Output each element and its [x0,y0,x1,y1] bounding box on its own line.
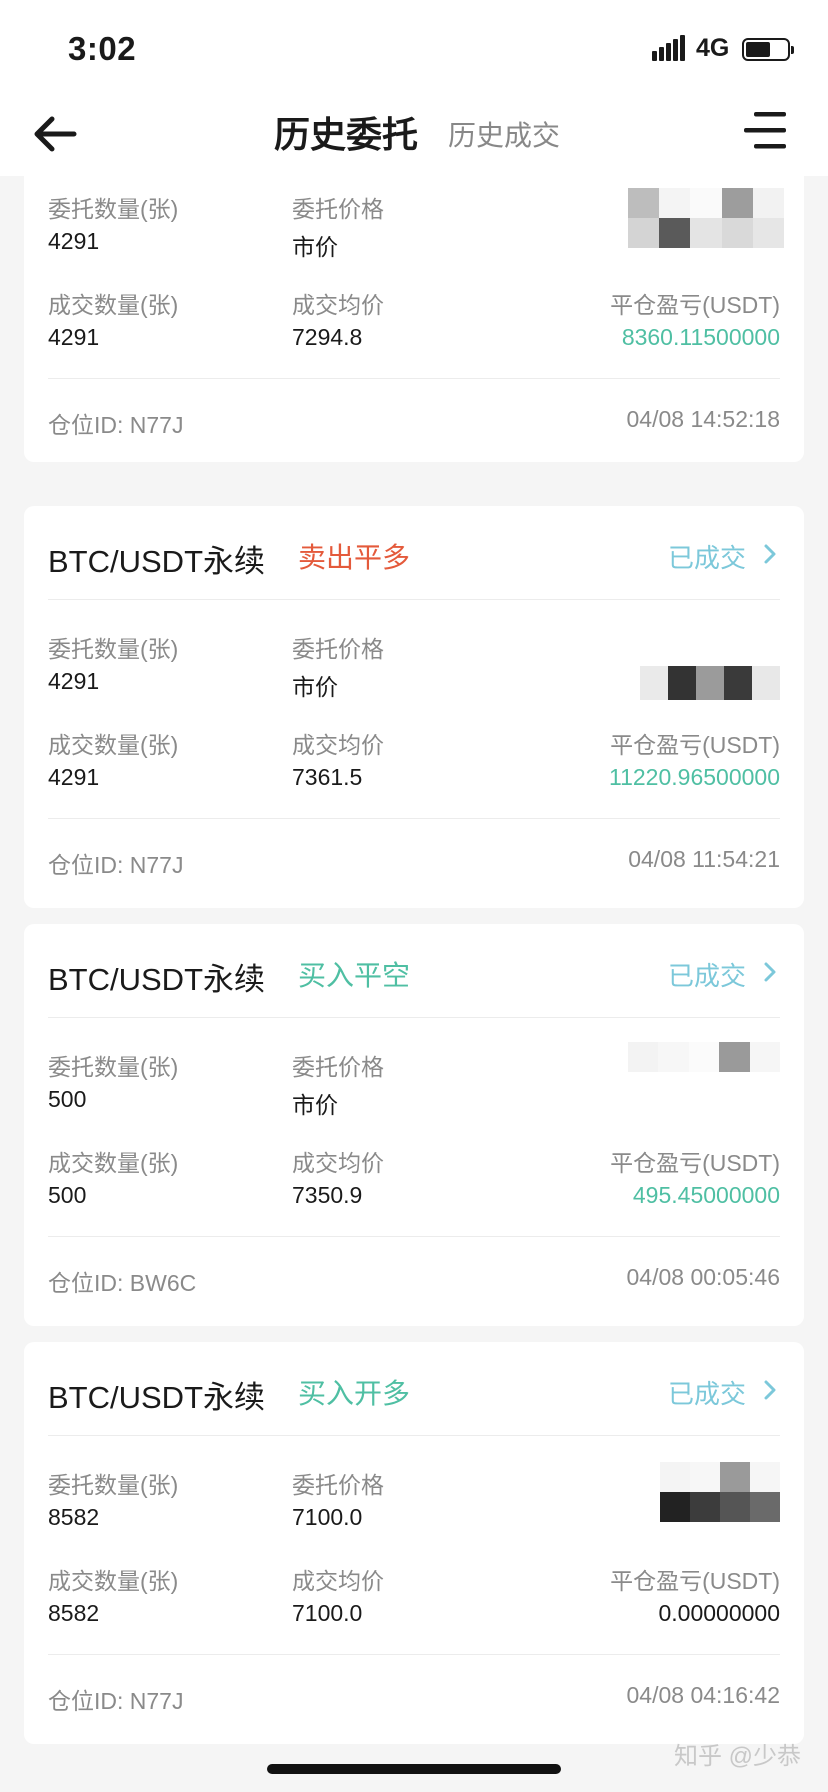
avg-price-value: 7361.5 [292,764,363,790]
watermark: 知乎 @少恭 [674,1743,802,1770]
card-divider [48,1236,780,1237]
position-id: 仓位ID: N77J [48,852,184,878]
order-price-label: 委托价格 [292,1054,384,1080]
avg-price-value: 7100.0 [292,1600,363,1626]
chevron-right-icon[interactable] [760,1378,780,1402]
order-price-value: 市价 [292,1092,338,1118]
order-qty-label: 委托数量(张) [48,1054,179,1080]
order-qty-value: 4291 [48,668,100,694]
contract-pair: BTC/USDT永续 [48,1380,265,1415]
pnl-label: 平仓盈亏(USDT) [610,1568,780,1594]
position-id: 仓位ID: N77J [48,412,184,438]
avg-price-label: 成交均价 [292,292,384,318]
avg-price-label: 成交均价 [292,732,384,758]
filled-qty-label: 成交数量(张) [48,1568,179,1594]
nav-bar: 历史委托 历史成交 [0,92,828,176]
chevron-right-icon[interactable] [760,960,780,984]
card-header[interactable]: BTC/USDT永续 卖出平多 已成交 [48,506,780,600]
screen: 3:02 4G 历史委托 历史成交 委托数量(张) 委托价格 4291 市价 成… [0,0,828,1792]
card-divider [48,1654,780,1655]
order-card[interactable]: 委托数量(张) 委托价格 4291 市价 成交数量(张) 成交均价 平仓盈亏(U… [24,176,804,462]
pnl-label: 平仓盈亏(USDT) [610,732,780,758]
status-bar: 3:02 4G [0,0,828,92]
card-divider [48,818,780,819]
order-price-label: 委托价格 [292,196,384,222]
filled-qty-value: 8582 [48,1600,100,1626]
signal-icon [652,35,685,61]
order-time: 04/08 04:16:42 [626,1682,780,1708]
pixelated-area [660,1462,780,1522]
order-side: 卖出平多 [298,542,411,573]
order-time: 04/08 14:52:18 [626,406,780,432]
order-qty-label: 委托数量(张) [48,196,179,222]
card-divider [48,378,780,379]
back-arrow-icon[interactable] [28,106,84,162]
order-qty-label: 委托数量(张) [48,636,179,662]
pnl-label: 平仓盈亏(USDT) [610,292,780,318]
position-id: 仓位ID: N77J [48,1688,184,1714]
order-time: 04/08 11:54:21 [628,846,780,872]
order-price-value: 市价 [292,234,338,260]
home-indicator[interactable] [267,1764,561,1774]
order-side: 买入开多 [298,1378,411,1409]
position-id: 仓位ID: BW6C [48,1270,197,1296]
avg-price-value: 7350.9 [292,1182,363,1208]
pnl-label: 平仓盈亏(USDT) [610,1150,780,1176]
pnl-value: 8360.11500000 [621,324,780,350]
contract-pair: BTC/USDT永续 [48,962,265,997]
order-qty-value: 500 [48,1086,87,1112]
order-qty-value: 8582 [48,1504,100,1530]
filled-qty-label: 成交数量(张) [48,292,179,318]
filled-qty-value: 4291 [48,324,100,350]
order-time: 04/08 00:05:46 [626,1264,780,1290]
order-price-value: 市价 [292,674,338,700]
order-status[interactable]: 已成交 [668,538,746,575]
order-price-label: 委托价格 [292,636,384,662]
order-card[interactable]: BTC/USDT永续 买入开多 已成交 委托数量(张) 委托价格 8582 71… [24,1342,804,1744]
status-time: 3:02 [68,30,137,67]
order-status[interactable]: 已成交 [668,956,746,993]
pixelated-area [640,666,780,700]
order-list[interactable]: 委托数量(张) 委托价格 4291 市价 成交数量(张) 成交均价 平仓盈亏(U… [0,176,828,1792]
avg-price-label: 成交均价 [292,1150,384,1176]
tab-trade-history[interactable]: 历史成交 [448,114,560,154]
pnl-value: 495.45000000 [632,1182,780,1208]
pnl-value: 11220.96500000 [609,764,780,790]
contract-pair: BTC/USDT永续 [48,544,265,579]
filled-qty-label: 成交数量(张) [48,732,179,758]
chevron-right-icon[interactable] [760,542,780,566]
order-price-label: 委托价格 [292,1472,384,1498]
menu-icon[interactable] [740,106,792,154]
filled-qty-value: 500 [48,1182,87,1208]
order-qty-value: 4291 [48,228,100,254]
order-side: 买入平空 [298,960,411,991]
order-status[interactable]: 已成交 [668,1374,746,1411]
pixelated-area [628,1042,780,1072]
order-card[interactable]: BTC/USDT永续 买入平空 已成交 委托数量(张) 委托价格 500 市价 … [24,924,804,1326]
order-qty-label: 委托数量(张) [48,1472,179,1498]
order-card[interactable]: BTC/USDT永续 卖出平多 已成交 委托数量(张) 委托价格 4291 市价… [24,506,804,908]
avg-price-value: 7294.8 [292,324,363,350]
filled-qty-value: 4291 [48,764,100,790]
pixelated-area [628,188,784,248]
pnl-value: 0.00000000 [658,1600,780,1626]
card-header[interactable]: BTC/USDT永续 买入开多 已成交 [48,1342,780,1436]
avg-price-label: 成交均价 [292,1568,384,1594]
order-price-value: 7100.0 [292,1504,363,1530]
filled-qty-label: 成交数量(张) [48,1150,179,1176]
battery-icon [742,38,794,61]
tab-order-history[interactable]: 历史委托 [274,106,418,158]
card-header[interactable]: BTC/USDT永续 买入平空 已成交 [48,924,780,1018]
network-type: 4G [696,34,730,62]
